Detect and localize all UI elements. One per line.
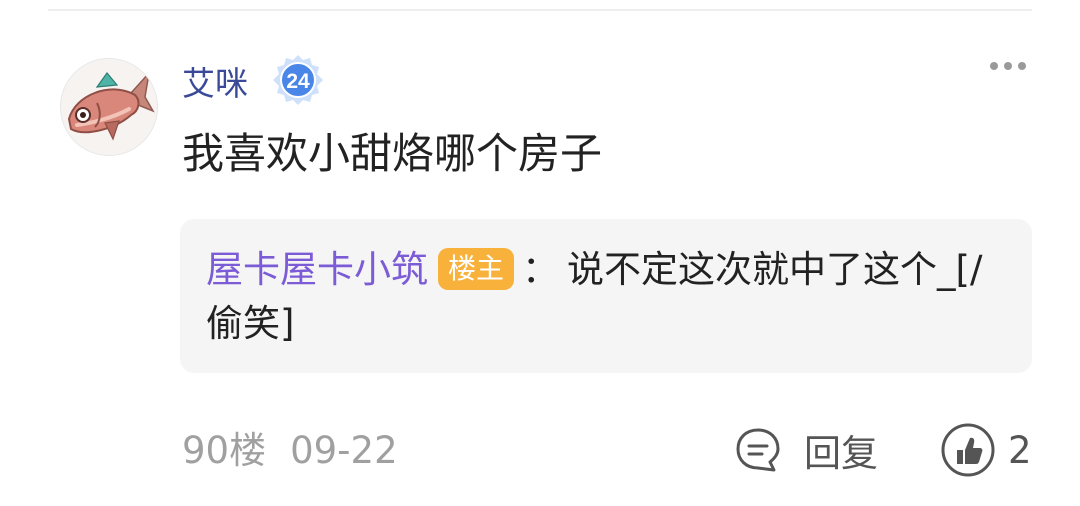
like-count: 2 xyxy=(1008,428,1032,472)
reply-separator: ： xyxy=(522,248,560,291)
level-number: 24 xyxy=(286,70,310,93)
fish-avatar-icon xyxy=(61,59,157,155)
like-button[interactable]: 2 xyxy=(940,422,1032,478)
divider xyxy=(48,9,1032,11)
sub-reply-content: 屋卡屋卡小筑 楼主：说不定这次就中了这个_[/偷笑] xyxy=(206,243,1016,351)
reply-author[interactable]: 屋卡屋卡小筑 xyxy=(206,248,428,291)
level-badge-icon: 24 xyxy=(270,52,326,108)
floor-number: 90楼 xyxy=(182,429,267,472)
comment-bubble-icon xyxy=(736,428,780,472)
comment-date: 09-22 xyxy=(290,429,398,472)
comment-item: 艾咪 24 我喜欢小甜烙哪个房子 屋卡屋卡小筑 楼主：说不定这次就中了这个_[/偷… xyxy=(0,0,1080,506)
more-options-button[interactable] xyxy=(984,52,1032,80)
reply-button[interactable]: 回复 xyxy=(734,422,878,478)
comment-meta: 90楼 09-22 xyxy=(182,426,398,476)
thumb-up-icon xyxy=(941,423,995,477)
op-badge: 楼主 xyxy=(438,248,515,290)
user-avatar[interactable] xyxy=(60,58,158,156)
reply-label: 回复 xyxy=(804,432,878,475)
more-dots-icon xyxy=(990,62,1026,70)
comment-text: 我喜欢小甜烙哪个房子 xyxy=(182,129,603,178)
username[interactable]: 艾咪 xyxy=(182,60,248,108)
sub-reply-box[interactable]: 屋卡屋卡小筑 楼主：说不定这次就中了这个_[/偷笑] xyxy=(180,219,1032,373)
